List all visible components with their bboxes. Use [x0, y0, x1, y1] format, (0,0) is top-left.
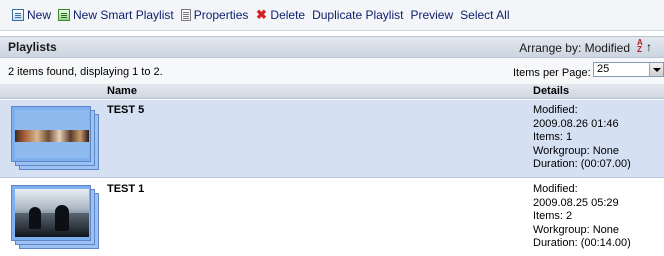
delete-icon: ✖: [255, 7, 267, 22]
details-modified-label: Modified:: [533, 104, 578, 116]
details-items: Items: 1: [533, 131, 573, 143]
delete-label: Delete: [270, 8, 306, 22]
playlist-thumbnail[interactable]: [11, 106, 101, 172]
thumbnail-image: [15, 189, 89, 237]
properties-button[interactable]: Properties: [180, 8, 249, 22]
delete-button[interactable]: ✖ Delete: [255, 8, 305, 22]
column-headers: Name Details: [0, 84, 664, 99]
details-modified-date: 2009.08.25 05:29: [533, 196, 619, 209]
playlist-details: Modified: 2009.08.25 05:29 Items: 2 Work…: [533, 183, 631, 251]
toolbar: New New Smart Playlist Properties ✖ Dele…: [0, 0, 664, 31]
items-per-page-value: 25: [597, 63, 610, 75]
table-row[interactable]: TEST 5 Modified: 2009.08.26 01:46 Items:…: [0, 100, 664, 178]
results-info-row: 2 items found, displaying 1 to 2. Items …: [0, 58, 664, 84]
results-count: 2 items found, displaying 1 to 2.: [8, 66, 163, 78]
details-modified-label: Modified:: [533, 183, 578, 195]
properties-label: Properties: [193, 8, 249, 22]
new-button-label: New: [27, 8, 52, 22]
page-title: Playlists: [8, 40, 57, 54]
new-playlist-icon: [12, 9, 24, 21]
details-duration: Duration: (00:14.00): [533, 237, 631, 249]
items-per-page-select[interactable]: 25: [593, 62, 664, 77]
properties-icon: [180, 9, 191, 21]
arrange-by-link[interactable]: Arrange by: Modified: [519, 41, 630, 55]
new-button[interactable]: New: [12, 8, 51, 22]
select-all-label: Select All: [460, 8, 510, 22]
select-all-button[interactable]: Select All: [460, 8, 509, 22]
thumbnail-image: [15, 110, 89, 158]
duplicate-playlist-button[interactable]: Duplicate Playlist: [312, 8, 403, 22]
playlists-header: Playlists Arrange by: Modified AZ ↑: [0, 36, 664, 58]
new-smart-playlist-button[interactable]: New Smart Playlist: [58, 8, 174, 22]
column-header-details[interactable]: Details: [533, 85, 569, 97]
playlist-name[interactable]: TEST 5: [107, 104, 144, 116]
playlist-name[interactable]: TEST 1: [107, 183, 144, 195]
preview-label: Preview: [410, 8, 454, 22]
details-items: Items: 2: [533, 210, 573, 222]
preview-button[interactable]: Preview: [410, 8, 453, 22]
playlist-thumbnail[interactable]: [11, 185, 101, 251]
playlist-details: Modified: 2009.08.26 01:46 Items: 1 Work…: [533, 104, 631, 172]
sort-az-icon[interactable]: AZ ↑: [636, 39, 654, 56]
details-workgroup: Workgroup: None: [533, 144, 620, 157]
details-modified-date: 2009.08.26 01:46: [533, 117, 619, 130]
column-header-name[interactable]: Name: [107, 85, 137, 97]
table-row[interactable]: TEST 1 Modified: 2009.08.25 05:29 Items:…: [0, 179, 664, 256]
items-per-page-label: Items per Page:: [513, 67, 591, 79]
new-smart-playlist-label: New Smart Playlist: [73, 8, 174, 22]
details-duration: Duration: (00:07.00): [533, 158, 631, 170]
smart-playlist-icon: [58, 9, 71, 21]
details-workgroup: Workgroup: None: [533, 223, 620, 236]
chevron-down-icon[interactable]: [649, 63, 663, 76]
duplicate-playlist-label: Duplicate Playlist: [312, 8, 404, 22]
